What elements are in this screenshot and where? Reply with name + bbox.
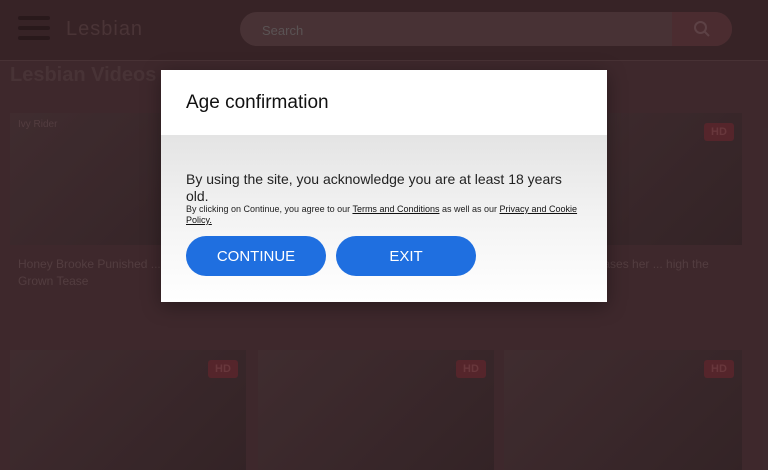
legal-prefix: By clicking on Continue, you agree to ou…: [186, 204, 353, 214]
age-confirmation-modal: Age confirmation By using the site, you …: [161, 70, 607, 302]
terms-link[interactable]: Terms and Conditions: [352, 204, 439, 214]
legal-middle: as well as our: [439, 204, 500, 214]
continue-button[interactable]: CONTINUE: [186, 236, 326, 276]
modal-header: Age confirmation: [161, 70, 607, 135]
exit-button[interactable]: EXIT: [336, 236, 476, 276]
legal-notice: By clicking on Continue, you agree to ou…: [186, 204, 586, 226]
modal-title: Age confirmation: [186, 92, 329, 113]
modal-body: By using the site, you acknowledge you a…: [161, 135, 607, 302]
age-statement: By using the site, you acknowledge you a…: [186, 171, 562, 204]
